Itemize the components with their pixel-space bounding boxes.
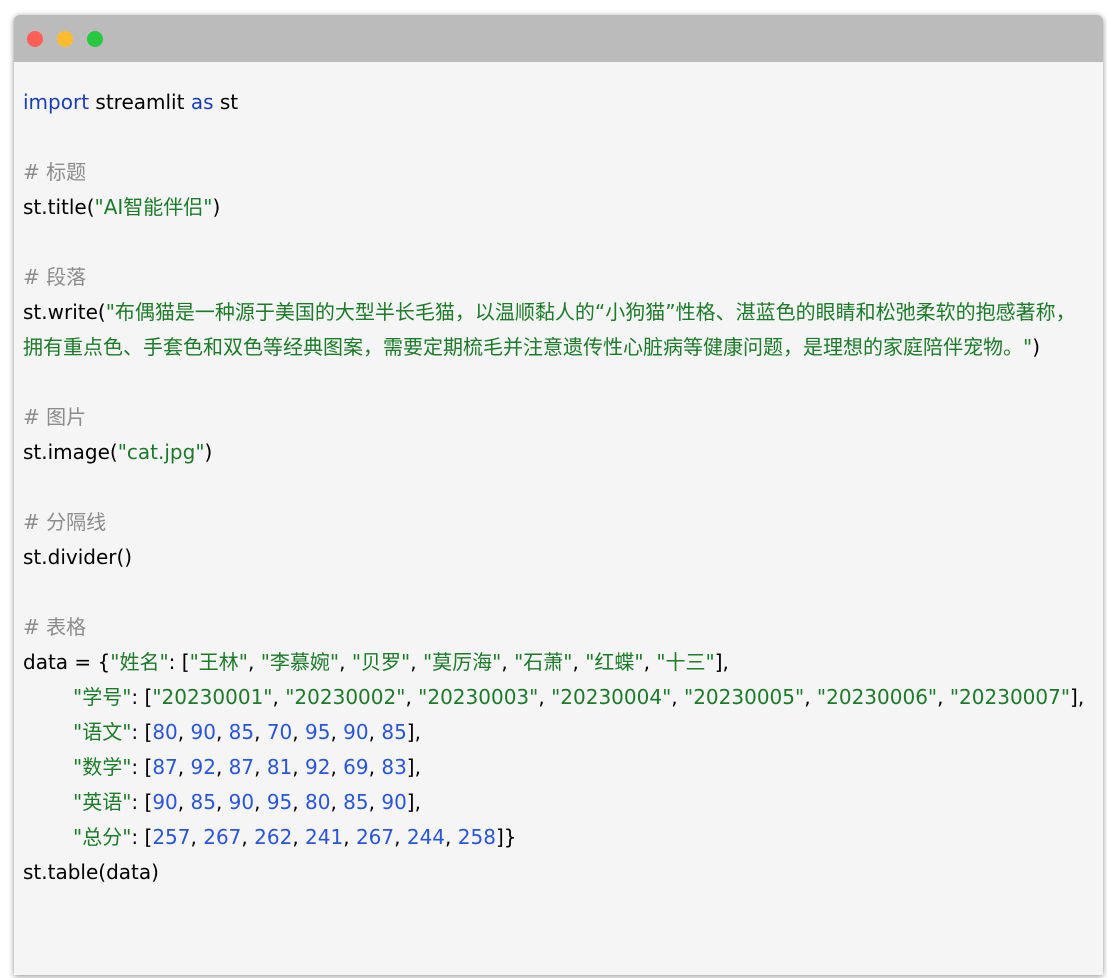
list-value: "20230005" bbox=[684, 685, 805, 709]
close-paren: ) bbox=[1032, 335, 1041, 359]
list-value: "王林" bbox=[189, 650, 248, 674]
number-value: 92 bbox=[305, 755, 331, 779]
number-value: 90 bbox=[343, 720, 369, 744]
keyword-import: import bbox=[23, 90, 90, 114]
number-value: 90 bbox=[381, 790, 407, 814]
number-value: 267 bbox=[355, 825, 395, 849]
code-line-data-ids: "学号": ["20230001", "20230002", "20230003… bbox=[73, 685, 1085, 709]
number-value: 69 bbox=[343, 755, 369, 779]
number-value: 83 bbox=[381, 755, 407, 779]
code-window: import streamlit as st # 标题 st.title("AI… bbox=[14, 15, 1103, 975]
code-line-data-math: "数学": [87, 92, 87, 81, 92, 69, 83], bbox=[73, 755, 421, 779]
number-value: 90 bbox=[190, 720, 216, 744]
number-value: 85 bbox=[343, 790, 369, 814]
title-bar bbox=[14, 15, 1103, 62]
dict-key: "学号" bbox=[73, 685, 132, 709]
dict-key: "语文" bbox=[73, 720, 132, 744]
function-call: st.write( bbox=[23, 300, 106, 324]
number-value: 262 bbox=[254, 825, 293, 849]
number-value: 90 bbox=[228, 790, 255, 814]
close-window-button[interactable] bbox=[27, 31, 43, 47]
number-value: 87 bbox=[228, 755, 255, 779]
dict-key: "总分" bbox=[73, 825, 132, 849]
close-paren: ) bbox=[212, 195, 221, 219]
code-line-data-chinese: "语文": [80, 90, 85, 70, 95, 90, 85], bbox=[73, 720, 421, 744]
list-value: "十三" bbox=[656, 650, 715, 674]
number-value: 85 bbox=[228, 720, 255, 744]
list-value: "20230002" bbox=[285, 685, 406, 709]
number-value: 241 bbox=[305, 825, 344, 849]
list-value: "石萧" bbox=[514, 650, 573, 674]
number-value: 258 bbox=[457, 825, 496, 849]
code-line-data-english: "英语": [90, 85, 90, 95, 80, 85, 90], bbox=[73, 790, 421, 814]
list-value: "李慕婉" bbox=[260, 650, 340, 674]
list-value: "20230007" bbox=[949, 685, 1071, 709]
zoom-window-button[interactable] bbox=[87, 31, 103, 47]
comment-table: # 表格 bbox=[23, 610, 1093, 645]
comment-divider: # 分隔线 bbox=[23, 505, 1093, 540]
string-literal: "布偶猫是一种源于美国的大型半长毛猫，以温顺黏人的“小狗猫”性格、湛蓝色的眼睛和… bbox=[23, 300, 1076, 359]
code-line-divider: st.divider() bbox=[23, 540, 1093, 575]
code-line-write: st.write("布偶猫是一种源于美国的大型半长毛猫，以温顺黏人的“小狗猫”性… bbox=[23, 295, 1093, 365]
code-block: import streamlit as st # 标题 st.title("AI… bbox=[23, 85, 1093, 890]
list-value: "20230001" bbox=[152, 685, 273, 709]
dict-key: "姓名" bbox=[110, 650, 169, 674]
function-call: st.table(data) bbox=[23, 860, 159, 884]
number-value: 81 bbox=[266, 755, 293, 779]
comment-image: # 图片 bbox=[23, 400, 1093, 435]
code-line-data-names: data = {"姓名": ["王林", "李慕婉", "贝罗", "莫厉海",… bbox=[23, 650, 729, 674]
comment-text: # 表格 bbox=[23, 615, 87, 639]
number-value: 92 bbox=[190, 755, 216, 779]
number-value: 80 bbox=[305, 790, 331, 814]
list-value: "贝罗" bbox=[351, 650, 411, 674]
list-value: "20230006" bbox=[816, 685, 938, 709]
comment-text: # 标题 bbox=[23, 160, 87, 184]
code-line-import: import streamlit as st bbox=[23, 85, 1093, 120]
comment-text: # 图片 bbox=[23, 405, 87, 429]
list-value: "20230003" bbox=[418, 685, 539, 709]
keyword-as: as bbox=[190, 90, 214, 114]
number-value: 95 bbox=[305, 720, 331, 744]
number-value: 70 bbox=[266, 720, 293, 744]
number-value: 90 bbox=[152, 790, 178, 814]
string-literal: "cat.jpg" bbox=[117, 440, 205, 464]
code-line-title: st.title("AI智能伴侣") bbox=[23, 190, 1093, 225]
comment-paragraph: # 段落 bbox=[23, 260, 1093, 295]
minimize-window-button[interactable] bbox=[57, 31, 73, 47]
function-call: st.divider() bbox=[23, 545, 133, 569]
data-assign: data = { bbox=[23, 650, 111, 674]
number-value: 85 bbox=[190, 790, 216, 814]
number-value: 85 bbox=[381, 720, 407, 744]
function-call: st.image( bbox=[23, 440, 118, 464]
dict-key: "英语" bbox=[73, 790, 132, 814]
list-value: "20230004" bbox=[551, 685, 672, 709]
number-value: 244 bbox=[406, 825, 446, 849]
string-literal: "AI智能伴侣" bbox=[94, 195, 213, 219]
comment-title: # 标题 bbox=[23, 155, 1093, 190]
function-call: st.title( bbox=[23, 195, 95, 219]
comment-text: # 段落 bbox=[23, 265, 87, 289]
code-line-table: st.table(data) bbox=[23, 855, 1093, 890]
module-alias: st bbox=[213, 90, 239, 114]
comment-text: # 分隔线 bbox=[23, 510, 107, 534]
list-value: "红蝶" bbox=[585, 650, 644, 674]
number-value: 95 bbox=[266, 790, 293, 814]
close-paren: ) bbox=[204, 440, 213, 464]
module-name: streamlit bbox=[89, 90, 191, 114]
code-line-data-total: "总分": [257, 267, 262, 241, 267, 244, 258… bbox=[73, 825, 517, 849]
number-value: 257 bbox=[152, 825, 191, 849]
number-value: 87 bbox=[152, 755, 178, 779]
dict-key: "数学" bbox=[73, 755, 132, 779]
number-value: 267 bbox=[203, 825, 242, 849]
code-line-image: st.image("cat.jpg") bbox=[23, 435, 1093, 470]
number-value: 80 bbox=[152, 720, 178, 744]
list-value: "莫厉海" bbox=[422, 650, 502, 674]
